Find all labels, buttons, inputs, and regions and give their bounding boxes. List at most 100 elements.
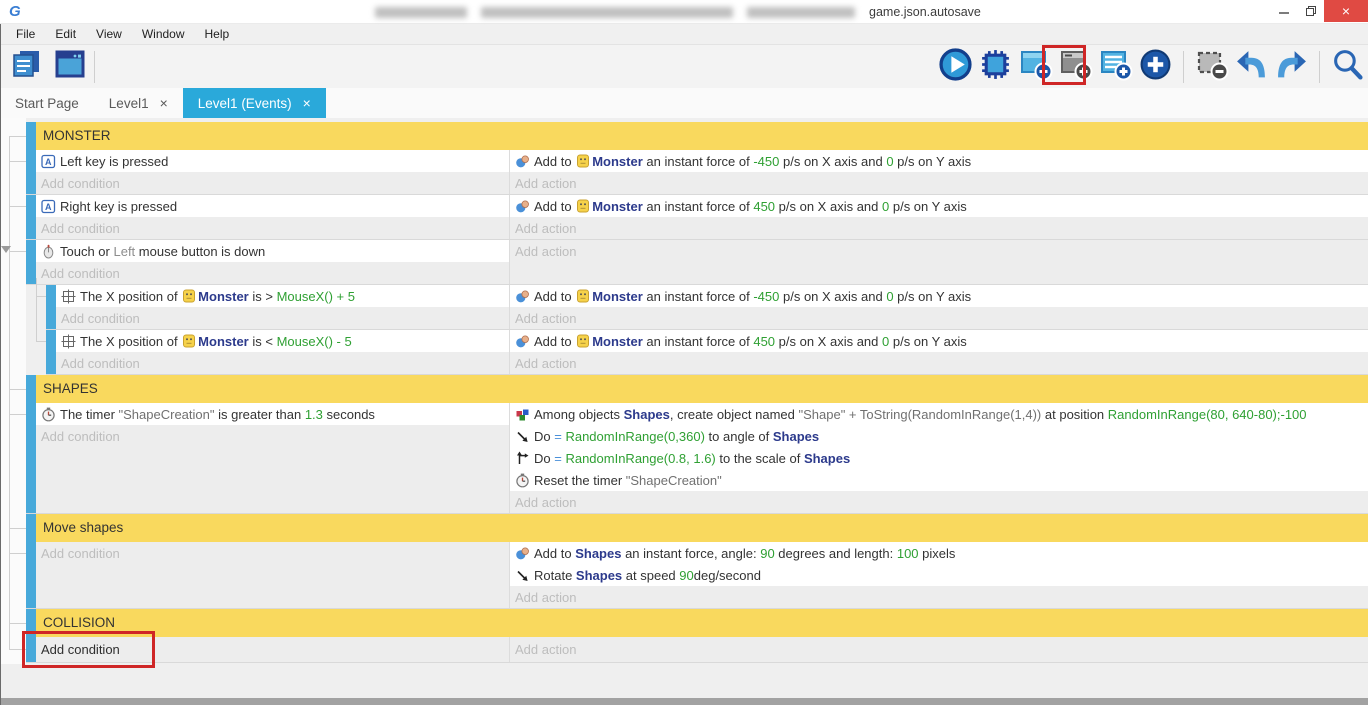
comment-event[interactable]: COLLISION [26,609,1368,637]
add-action-button[interactable]: Add action [510,240,1368,262]
redo-button[interactable] [1273,48,1310,85]
mouse-icon [41,244,56,259]
text-segment: p/s on X axis and [779,154,886,169]
add-condition-button[interactable]: Add condition [36,262,509,284]
action[interactable]: Add to Shapes an instant force, angle: 9… [510,542,1368,564]
text-segment: Right key is pressed [60,199,177,214]
project-manager-button[interactable] [8,48,45,85]
event-selection-bar[interactable] [26,542,36,608]
condition[interactable]: Touch or Left mouse button is down [36,240,509,262]
text-segment: -450 [753,154,779,169]
window-left-border [0,24,1,705]
object-thumbnail-icon [183,289,195,303]
undo-button[interactable] [1233,48,1270,85]
event-selection-bar[interactable] [26,240,36,284]
tab-start-page[interactable]: Start Page [0,88,94,118]
text-segment: RandomInRange(0,360) [565,429,704,444]
tab-level1-events-[interactable]: Level1 (Events)× [183,88,326,118]
add-action-button[interactable]: Add action [510,491,1368,513]
comment-event[interactable]: Move shapes [26,514,1368,542]
toolbar-separator [1319,51,1320,83]
text-segment: Touch or [60,244,113,259]
close-button[interactable]: × [1324,0,1368,22]
add-circle-icon [1139,48,1172,86]
text-segment: p/s on Y axis [894,154,972,169]
play-button[interactable] [937,48,974,85]
menu-view[interactable]: View [86,24,132,45]
event-selection-bar[interactable] [26,195,36,239]
text-segment: is greater than [214,407,304,422]
force-icon [515,154,530,169]
text-segment: Shapes [804,451,850,466]
text-segment: 0 [886,289,893,304]
text-segment: an instant force of [643,289,754,304]
debug-button[interactable] [977,48,1014,85]
redacted-title-text [747,7,855,18]
text-segment: an instant force of [643,334,754,349]
add-condition-button[interactable]: Add condition [36,542,509,564]
event-selection-bar[interactable] [26,403,36,513]
search-button[interactable] [1329,48,1366,85]
add-condition-button[interactable]: Add condition [56,307,509,329]
conditions-cell: ALeft key is pressedAdd condition [36,150,510,194]
menu-help[interactable]: Help [195,24,240,45]
add-action-button[interactable]: Add action [510,352,1368,374]
actions-cell: Add to Monster an instant force of -450 … [510,150,1368,194]
tab-close-icon[interactable]: × [160,96,168,110]
text-segment: Shapes [624,407,670,422]
undo-icon [1235,48,1268,86]
action[interactable]: Do = RandomInRange(0,360) to angle of Sh… [510,425,1368,447]
event-row: Touch or Left mouse button is downAdd co… [26,240,1368,285]
event-selection-bar[interactable] [46,285,56,329]
menu-file[interactable]: File [6,24,45,45]
add-action-button[interactable]: Add action [510,217,1368,239]
add-action-button[interactable]: Add action [510,637,1368,662]
maximize-button[interactable] [1297,0,1324,22]
condition[interactable]: The X position of Monster is < MouseX() … [56,330,509,352]
add-condition-button[interactable]: Add condition [36,172,509,194]
text-segment: 0 [882,199,889,214]
condition[interactable]: ARight key is pressed [36,195,509,217]
conditions-cell: The X position of Monster is > MouseX() … [56,285,510,329]
condition[interactable]: The timer "ShapeCreation" is greater tha… [36,403,509,425]
action[interactable]: Among objects Shapes, create object name… [510,403,1368,425]
text-segment: degrees and length: [775,546,897,561]
scene-editor-button[interactable] [51,48,88,85]
comment-event[interactable]: MONSTER [26,122,1368,150]
comment-event[interactable]: SHAPES [26,375,1368,403]
add-condition-button[interactable]: Add condition [36,217,509,239]
tab-close-icon[interactable]: × [303,96,311,110]
add-action-button[interactable]: Add action [510,586,1368,608]
action[interactable]: Add to Monster an instant force of -450 … [510,150,1368,172]
action[interactable]: Reset the timer "ShapeCreation" [510,469,1368,491]
remove-event-button[interactable] [1193,48,1230,85]
text-segment: 100 [897,546,919,561]
menu-window[interactable]: Window [132,24,195,45]
menu-edit[interactable]: Edit [45,24,86,45]
add-condition-button[interactable]: Add condition [36,425,509,447]
add-condition-button[interactable]: Add condition [56,352,509,374]
action[interactable]: Add to Monster an instant force of 450 p… [510,195,1368,217]
action[interactable]: Add to Monster an instant force of -450 … [510,285,1368,307]
text-segment: Add to [534,546,575,561]
add-action-button[interactable]: Add action [510,172,1368,194]
add-action-button[interactable]: Add action [510,307,1368,329]
condition[interactable]: ALeft key is pressed [36,150,509,172]
event-selection-bar[interactable] [26,150,36,194]
actions-cell: Add action [510,637,1368,662]
action[interactable]: Add to Monster an instant force of 450 p… [510,330,1368,352]
action[interactable]: Rotate Shapes at speed 90deg/second [510,564,1368,586]
add-circle-button[interactable] [1137,48,1174,85]
window-title: game.json.autosave [375,5,981,19]
tab-level1[interactable]: Level1× [94,88,183,118]
minimize-button[interactable] [1270,0,1297,22]
condition[interactable]: The X position of Monster is > MouseX() … [56,285,509,307]
text-segment: p/s on X axis and [775,199,882,214]
add-comment-button[interactable] [1097,48,1134,85]
action[interactable]: Do = RandomInRange(0.8, 1.6) to the scal… [510,447,1368,469]
gdevelop-logo-icon: G [9,3,27,21]
event-selection-bar[interactable] [46,330,56,374]
scene-editor-icon [54,48,86,85]
text-segment: "Shape" + ToString(RandomInRange(1,4)) [799,407,1042,422]
text-segment: Do [534,429,554,444]
